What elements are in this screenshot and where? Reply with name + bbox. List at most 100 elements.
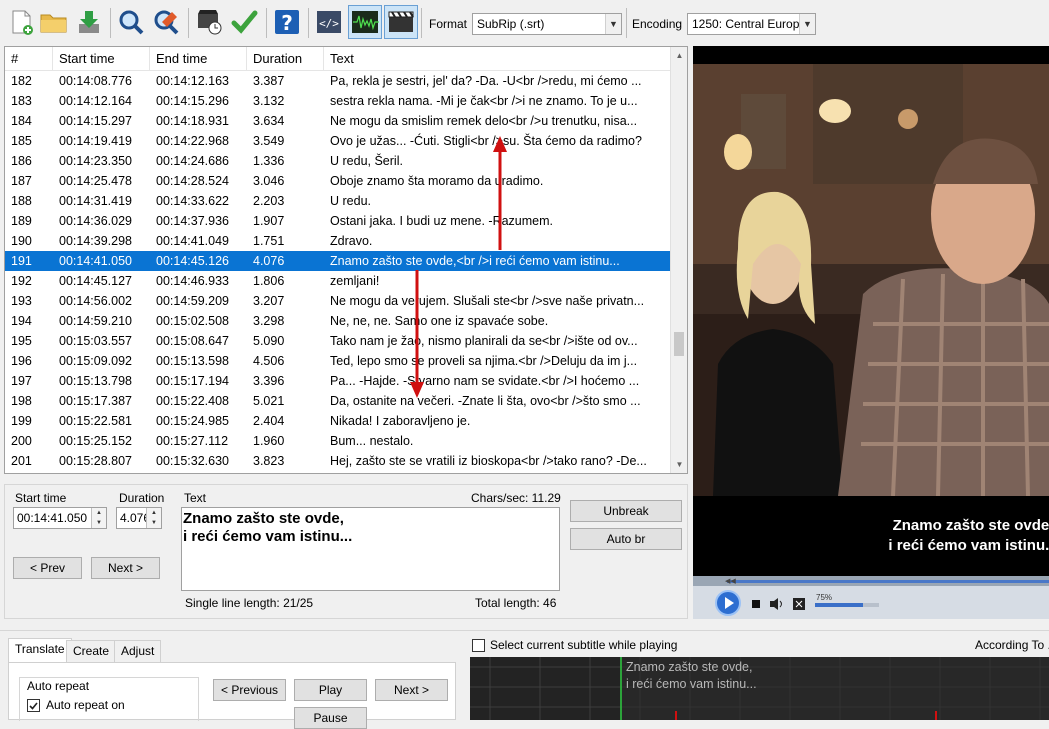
format-label: Format xyxy=(429,17,468,31)
spell-check-icon[interactable] xyxy=(227,5,261,39)
column-text[interactable]: Text xyxy=(324,47,672,71)
table-row[interactable]: 197 00:15:13.798 00:15:17.194 3.396 Pa... -H… xyxy=(5,371,672,391)
tab-adjust[interactable]: Adjust xyxy=(114,640,162,662)
player-controls: ◀◀ 75% xyxy=(693,576,1049,619)
row-start-time: 00:14:23.350 xyxy=(59,154,132,168)
subtitle-text-input[interactable]: Znamo zašto ste ovde, i reći ćemo vam is… xyxy=(181,507,560,591)
tab-create[interactable]: Create xyxy=(66,640,117,662)
tab-translate[interactable]: Translate xyxy=(8,638,72,662)
column-start-time[interactable]: Start time xyxy=(53,47,150,71)
help-icon[interactable]: ? xyxy=(270,5,304,39)
table-row[interactable]: 187 00:14:25.478 00:14:28.524 3.046 Oboje zn… xyxy=(5,171,672,191)
unbreak-button[interactable]: Unbreak xyxy=(570,500,682,522)
play-button[interactable] xyxy=(715,590,741,616)
table-row[interactable]: 199 00:15:22.581 00:15:24.985 2.404 Nikada! … xyxy=(5,411,672,431)
row-start-time: 00:14:45.127 xyxy=(59,274,132,288)
video-player[interactable]: Znamo zašto ste ovde, i reći ćemo vam is… xyxy=(693,46,1049,576)
column-end-time[interactable]: End time xyxy=(150,47,247,71)
column-number[interactable]: # xyxy=(5,47,53,71)
volume-icon[interactable] xyxy=(769,597,785,611)
svg-text:?: ? xyxy=(281,11,293,35)
next-subtitle-button[interactable]: Next > xyxy=(375,679,448,701)
table-row[interactable]: 183 00:14:12.164 00:14:15.296 3.132 sestra r… xyxy=(5,91,672,111)
play-subtitle-button[interactable]: Play xyxy=(294,679,367,701)
previous-button[interactable]: < Previous xyxy=(213,679,286,701)
table-row[interactable]: 195 00:15:03.557 00:15:08.647 5.090 Tako nam… xyxy=(5,331,672,351)
scroll-down-icon[interactable]: ▼ xyxy=(671,456,687,473)
start-time-input[interactable]: 00:14:41.050 ▲ ▼ xyxy=(13,507,107,529)
pause-button[interactable]: Pause xyxy=(294,707,367,729)
bottom-separator xyxy=(0,630,1049,631)
play-icon xyxy=(725,597,734,609)
stop-icon[interactable] xyxy=(752,600,760,608)
table-row[interactable]: 193 00:14:56.002 00:14:59.209 3.207 Ne mogu … xyxy=(5,291,672,311)
table-row[interactable]: 194 00:14:59.210 00:15:02.508 3.298 Ne, ne, … xyxy=(5,311,672,331)
row-start-time: 00:14:56.002 xyxy=(59,294,132,308)
row-duration: 1.751 xyxy=(253,234,285,248)
download-icon[interactable] xyxy=(72,5,106,39)
row-end-time: 00:14:33.622 xyxy=(156,194,229,208)
table-row[interactable]: 189 00:14:36.029 00:14:37.936 1.907 Ostani j… xyxy=(5,211,672,231)
seek-bar[interactable]: ◀◀ xyxy=(693,576,1049,586)
column-duration[interactable]: Duration xyxy=(247,47,324,71)
scroll-up-icon[interactable]: ▲ xyxy=(671,47,687,64)
scrollbar-thumb[interactable] xyxy=(674,332,684,356)
row-duration: 3.634 xyxy=(253,114,285,128)
single-line-length: Single line length: 21/25 xyxy=(185,596,314,610)
volume-slider[interactable] xyxy=(815,603,879,607)
table-row[interactable]: 191 00:14:41.050 00:14:45.126 4.076 Znamo za… xyxy=(5,251,672,271)
chars-per-sec: Chars/sec: 11.29 xyxy=(471,491,561,505)
row-duration: 2.404 xyxy=(253,414,285,428)
row-start-time: 00:14:31.419 xyxy=(59,194,132,208)
duration-input[interactable]: 4.076 ▲ ▼ xyxy=(116,507,162,529)
table-row[interactable]: 190 00:14:39.298 00:14:41.049 1.751 Zdravo. xyxy=(5,231,672,251)
waveform-toggle-icon[interactable] xyxy=(348,5,382,39)
open-folder-icon[interactable] xyxy=(37,5,71,39)
replace-icon[interactable] xyxy=(149,5,183,39)
table-row[interactable]: 196 00:15:09.092 00:15:13.598 4.506 Ted, lep… xyxy=(5,351,672,371)
source-view-icon[interactable]: </> xyxy=(312,5,346,39)
search-icon[interactable] xyxy=(114,5,148,39)
video-toggle-icon[interactable] xyxy=(384,5,418,39)
table-row[interactable]: 198 00:15:17.387 00:15:22.408 5.021 Da, osta… xyxy=(5,391,672,411)
prev-button[interactable]: < Prev xyxy=(13,557,82,579)
encoding-select[interactable]: 1250: Central Europe ▼ xyxy=(687,13,816,35)
row-duration: 4.076 xyxy=(253,254,285,268)
row-start-time: 00:14:15.297 xyxy=(59,114,132,128)
chevron-down-icon: ▼ xyxy=(799,14,815,34)
subtitle-grid[interactable]: # Start time End time Duration Text 182 0… xyxy=(4,46,688,474)
table-row[interactable]: 192 00:14:45.127 00:14:46.933 1.806 zemljani… xyxy=(5,271,672,291)
chevron-down-icon: ▼ xyxy=(605,14,621,34)
table-row[interactable]: 185 00:14:19.419 00:14:22.968 3.549 Ovo je u… xyxy=(5,131,672,151)
row-end-time: 00:14:46.933 xyxy=(156,274,229,288)
table-row[interactable]: 201 00:15:28.807 00:15:32.630 3.823 Hej, zaš… xyxy=(5,451,672,471)
row-end-time: 00:14:45.126 xyxy=(156,254,229,268)
next-button[interactable]: Next > xyxy=(91,557,160,579)
row-duration: 3.396 xyxy=(253,374,285,388)
row-number: 183 xyxy=(11,94,32,108)
new-file-icon[interactable] xyxy=(4,5,38,39)
select-current-checkbox[interactable] xyxy=(472,639,485,652)
start-time-spinner[interactable]: ▲ ▼ xyxy=(91,508,106,528)
text-line-1: Znamo zašto ste ovde, xyxy=(183,510,344,527)
table-row[interactable]: 186 00:14:23.350 00:14:24.686 1.336 U redu, … xyxy=(5,151,672,171)
format-select[interactable]: SubRip (.srt) ▼ xyxy=(472,13,622,35)
table-row[interactable]: 200 00:15:25.152 00:15:27.112 1.960 Bum... n… xyxy=(5,431,672,451)
auto-br-button[interactable]: Auto br xyxy=(570,528,682,550)
table-row[interactable]: 184 00:14:15.297 00:14:18.931 3.634 Ne mogu … xyxy=(5,111,672,131)
volume-slider-fill xyxy=(815,603,863,607)
video-frame-image xyxy=(693,64,1049,496)
row-number: 194 xyxy=(11,314,32,328)
row-start-time: 00:14:59.210 xyxy=(59,314,132,328)
fullscreen-icon[interactable] xyxy=(793,598,805,610)
row-number: 186 xyxy=(11,154,32,168)
visual-sync-icon[interactable] xyxy=(192,5,226,39)
volume-percent: 75% xyxy=(816,593,833,602)
table-row[interactable]: 182 00:14:08.776 00:14:12.163 3.387 Pa, rekl… xyxy=(5,71,672,91)
table-row[interactable]: 188 00:14:31.419 00:14:33.622 2.203 U redu. xyxy=(5,191,672,211)
duration-spinner[interactable]: ▲ ▼ xyxy=(146,508,161,528)
waveform-panel[interactable]: Znamo zašto ste ovde, i reći ćemo vam is… xyxy=(470,657,1049,720)
seek-rewind-icon[interactable]: ◀◀ xyxy=(725,577,736,585)
grid-scrollbar[interactable]: ▲ ▼ xyxy=(670,47,687,473)
auto-repeat-checkbox[interactable] xyxy=(27,699,40,712)
